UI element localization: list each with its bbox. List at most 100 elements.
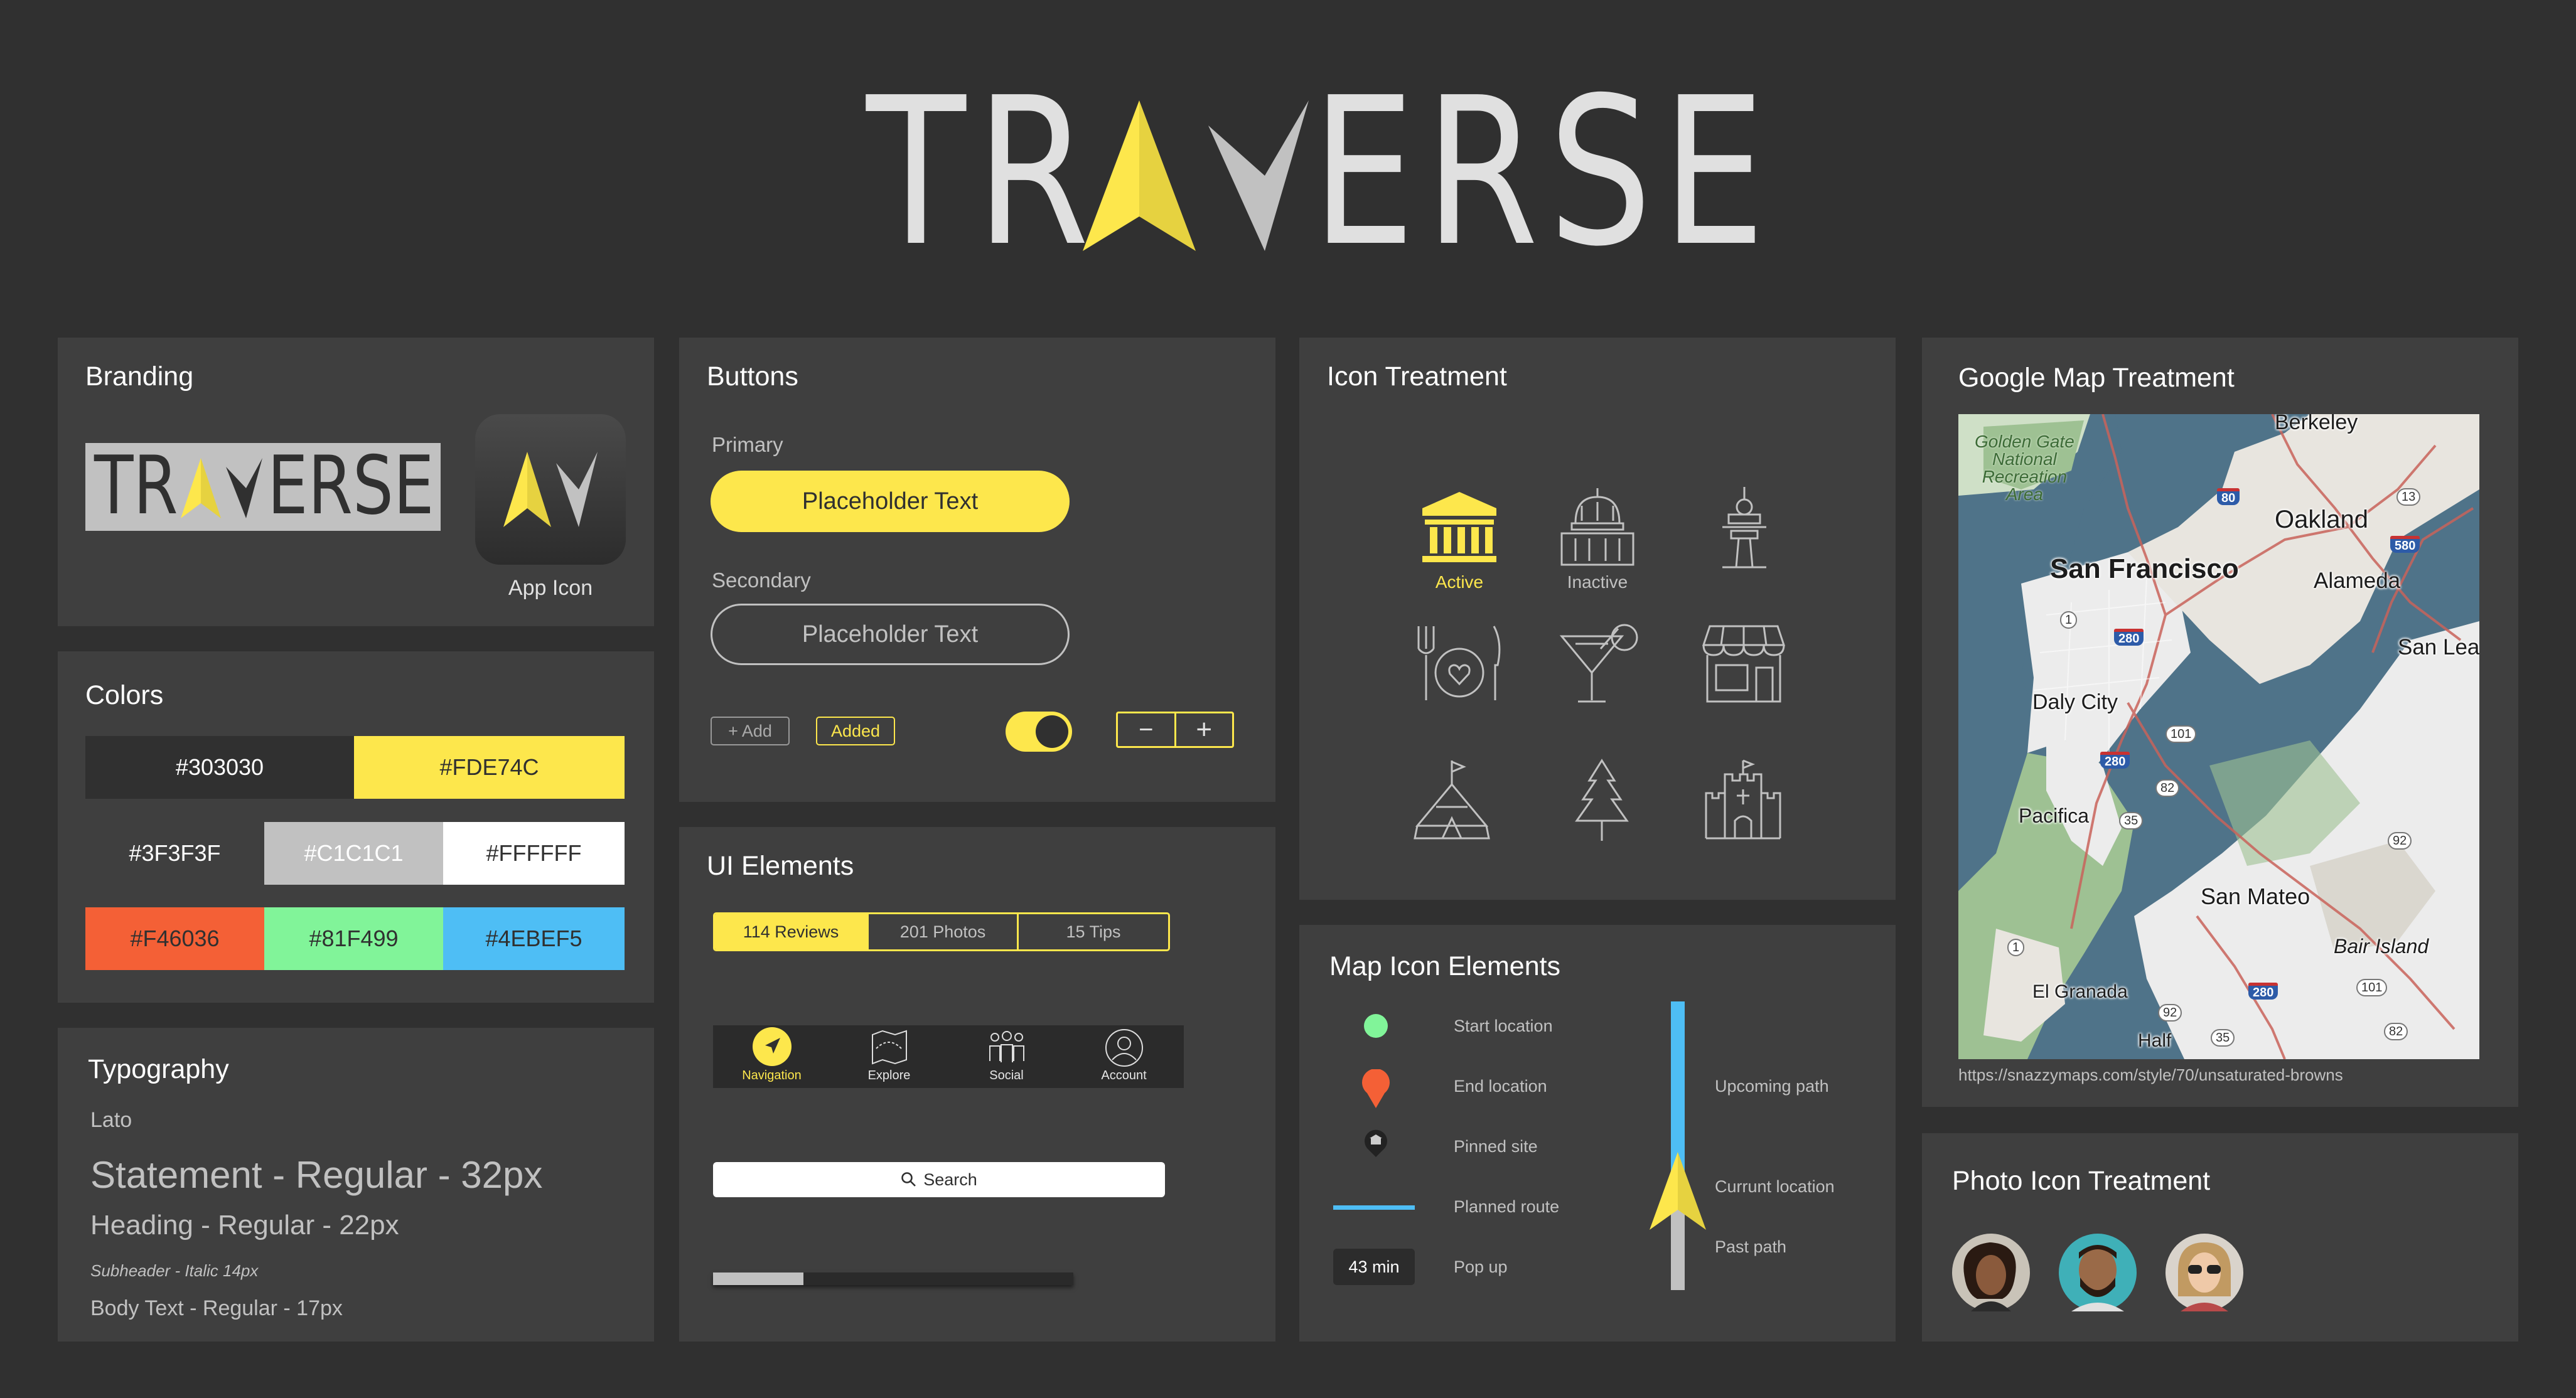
map-label-el-granada: El Granada (2032, 981, 2128, 1002)
swatch-81f499: #81F499 (264, 907, 443, 970)
icon-treatment-card: Icon Treatment Active Inactive (1299, 338, 1896, 900)
map-label-berkeley: Berkeley (2275, 414, 2358, 434)
branding-title: Branding (85, 361, 194, 392)
typography-body: Body Text - Regular - 17px (90, 1296, 343, 1320)
colors-title: Colors (85, 680, 164, 710)
route-shield-35a: 35 (2119, 812, 2144, 830)
past-path-label: Past path (1715, 1237, 1787, 1256)
tab-photos[interactable]: 201 Photos (867, 914, 1019, 949)
typography-heading: Heading - Regular - 22px (90, 1210, 399, 1241)
buttons-card: Buttons Primary Placeholder Text Seconda… (679, 338, 1275, 802)
toggle-knob (1036, 715, 1068, 748)
route-shield-1b: 1 (2007, 939, 2025, 956)
nav-item-explore[interactable]: Explore (830, 1025, 948, 1088)
current-location-arrow-icon (1650, 1152, 1706, 1230)
swatch-4ebef5: #4EBEF5 (443, 907, 625, 970)
legend-label: Planned route (1454, 1197, 1560, 1216)
account-icon (1105, 1029, 1143, 1067)
nav-item-account[interactable]: Account (1065, 1025, 1183, 1088)
avatar[interactable] (1952, 1234, 2030, 1311)
orange-pin-icon (1362, 1069, 1390, 1108)
bottom-nav-bar: Navigation Explore Social Account (713, 1025, 1184, 1088)
typography-card: Typography Lato Statement - Regular - 32… (58, 1028, 654, 1342)
swatch-label: #81F499 (309, 926, 399, 951)
ui-elements-title: UI Elements (707, 851, 854, 881)
legend-label: End location (1454, 1077, 1547, 1096)
route-shield-80: 80 (2217, 488, 2240, 505)
app-icon-chevron-icon (503, 452, 598, 527)
typography-font-name: Lato (90, 1108, 132, 1132)
main-logo-chevron-icon (1083, 100, 1309, 251)
stepper-plus-button[interactable]: + (1176, 713, 1233, 746)
primary-button[interactable]: Placeholder Text (711, 471, 1070, 532)
app-icon-label: App Icon (508, 576, 593, 600)
route-shield-82b: 82 (2384, 1023, 2408, 1040)
map-label-alameda: Alameda (2314, 568, 2401, 593)
search-bar[interactable]: Search (713, 1162, 1165, 1197)
map-source-url: https://snazzymaps.com/style/70/unsatura… (1958, 1065, 2343, 1084)
add-chip-button[interactable]: + Add (711, 717, 790, 745)
swatch-label: #FDE74C (439, 754, 539, 780)
nav-label: Navigation (742, 1069, 802, 1082)
route-shield-35b: 35 (2211, 1029, 2235, 1047)
route-shield-101b: 101 (2356, 979, 2388, 996)
photo-icons-title: Photo Icon Treatment (1952, 1166, 2211, 1196)
map-label-half: Half (2138, 1030, 2172, 1051)
branding-logo-chevron-icon (181, 458, 262, 518)
main-logo: TR ERSE (866, 70, 1765, 274)
cocktail-icon[interactable] (1557, 621, 1645, 705)
ui-elements-card: UI Elements 114 Reviews 201 Photos 15 Ti… (679, 827, 1275, 1342)
inactive-label: Inactive (1567, 572, 1628, 592)
typography-subheader: Subheader - Italic 14px (90, 1261, 259, 1280)
typography-title: Typography (88, 1054, 229, 1084)
map-label-golden-gate: Golden Gate National Recreation Area (1975, 432, 2074, 504)
route-shield-92b: 92 (2158, 1004, 2182, 1022)
nav-item-social[interactable]: Social (948, 1025, 1065, 1088)
avatar[interactable] (2165, 1234, 2243, 1311)
tower-icon[interactable] (1716, 486, 1773, 570)
added-chip-button[interactable]: Added (816, 717, 895, 745)
tent-icon[interactable] (1411, 758, 1493, 842)
progress-bar-fill (713, 1273, 803, 1285)
app-icon (475, 414, 626, 565)
tab-tips[interactable]: 15 Tips (1019, 914, 1168, 949)
secondary-button[interactable]: Placeholder Text (711, 604, 1070, 665)
green-dot-icon (1364, 1014, 1388, 1038)
branding-logo-right: ERSE (267, 443, 434, 531)
active-label: Active (1435, 572, 1484, 592)
map-label-san-francisco: San Francisco (2050, 553, 2239, 584)
swatch-c1c1c1: #C1C1C1 (264, 822, 443, 885)
secondary-label: Secondary (712, 568, 811, 592)
swatch-label: #C1C1C1 (304, 840, 404, 866)
swatch-f46036: #F46036 (85, 907, 264, 970)
toggle-switch[interactable] (1006, 712, 1072, 752)
route-shield-280a: 280 (2114, 629, 2144, 646)
map-view[interactable]: Golden Gate National Recreation Area Ber… (1958, 414, 2479, 1059)
swatch-label: #303030 (175, 754, 264, 780)
museum-icon[interactable] (1419, 488, 1500, 570)
legend-label: Start location (1454, 1016, 1553, 1035)
legend-label: Pop up (1454, 1257, 1508, 1276)
search-icon (901, 1172, 916, 1187)
map-label-san-mateo: San Mateo (2201, 883, 2310, 909)
stepper-minus-button[interactable]: − (1118, 713, 1176, 746)
route-shield-82a: 82 (2155, 779, 2180, 797)
avatar[interactable] (2059, 1234, 2137, 1311)
search-label: Search (923, 1170, 977, 1189)
map-card: Google Map Treatment Golden Gate Nationa… (1922, 338, 2518, 1107)
swatch-label: #FFFFFF (486, 840, 582, 866)
tree-icon[interactable] (1570, 758, 1633, 842)
swatch-label: #3F3F3F (129, 840, 221, 866)
map-icons-title: Map Icon Elements (1329, 951, 1561, 981)
map-icon (871, 1030, 907, 1065)
shop-icon[interactable] (1701, 624, 1786, 705)
route-shield-580: 580 (2390, 536, 2420, 553)
swatch-303030: #303030 (85, 736, 354, 799)
restaurant-icon[interactable] (1412, 624, 1506, 705)
map-label-bair-island: Bair Island (2334, 935, 2429, 958)
tab-reviews[interactable]: 114 Reviews (715, 914, 867, 949)
nav-item-navigation[interactable]: Navigation (713, 1025, 830, 1088)
capitol-icon[interactable] (1557, 486, 1638, 570)
map-label-oakland: Oakland (2275, 506, 2368, 533)
castle-icon[interactable] (1704, 758, 1783, 842)
